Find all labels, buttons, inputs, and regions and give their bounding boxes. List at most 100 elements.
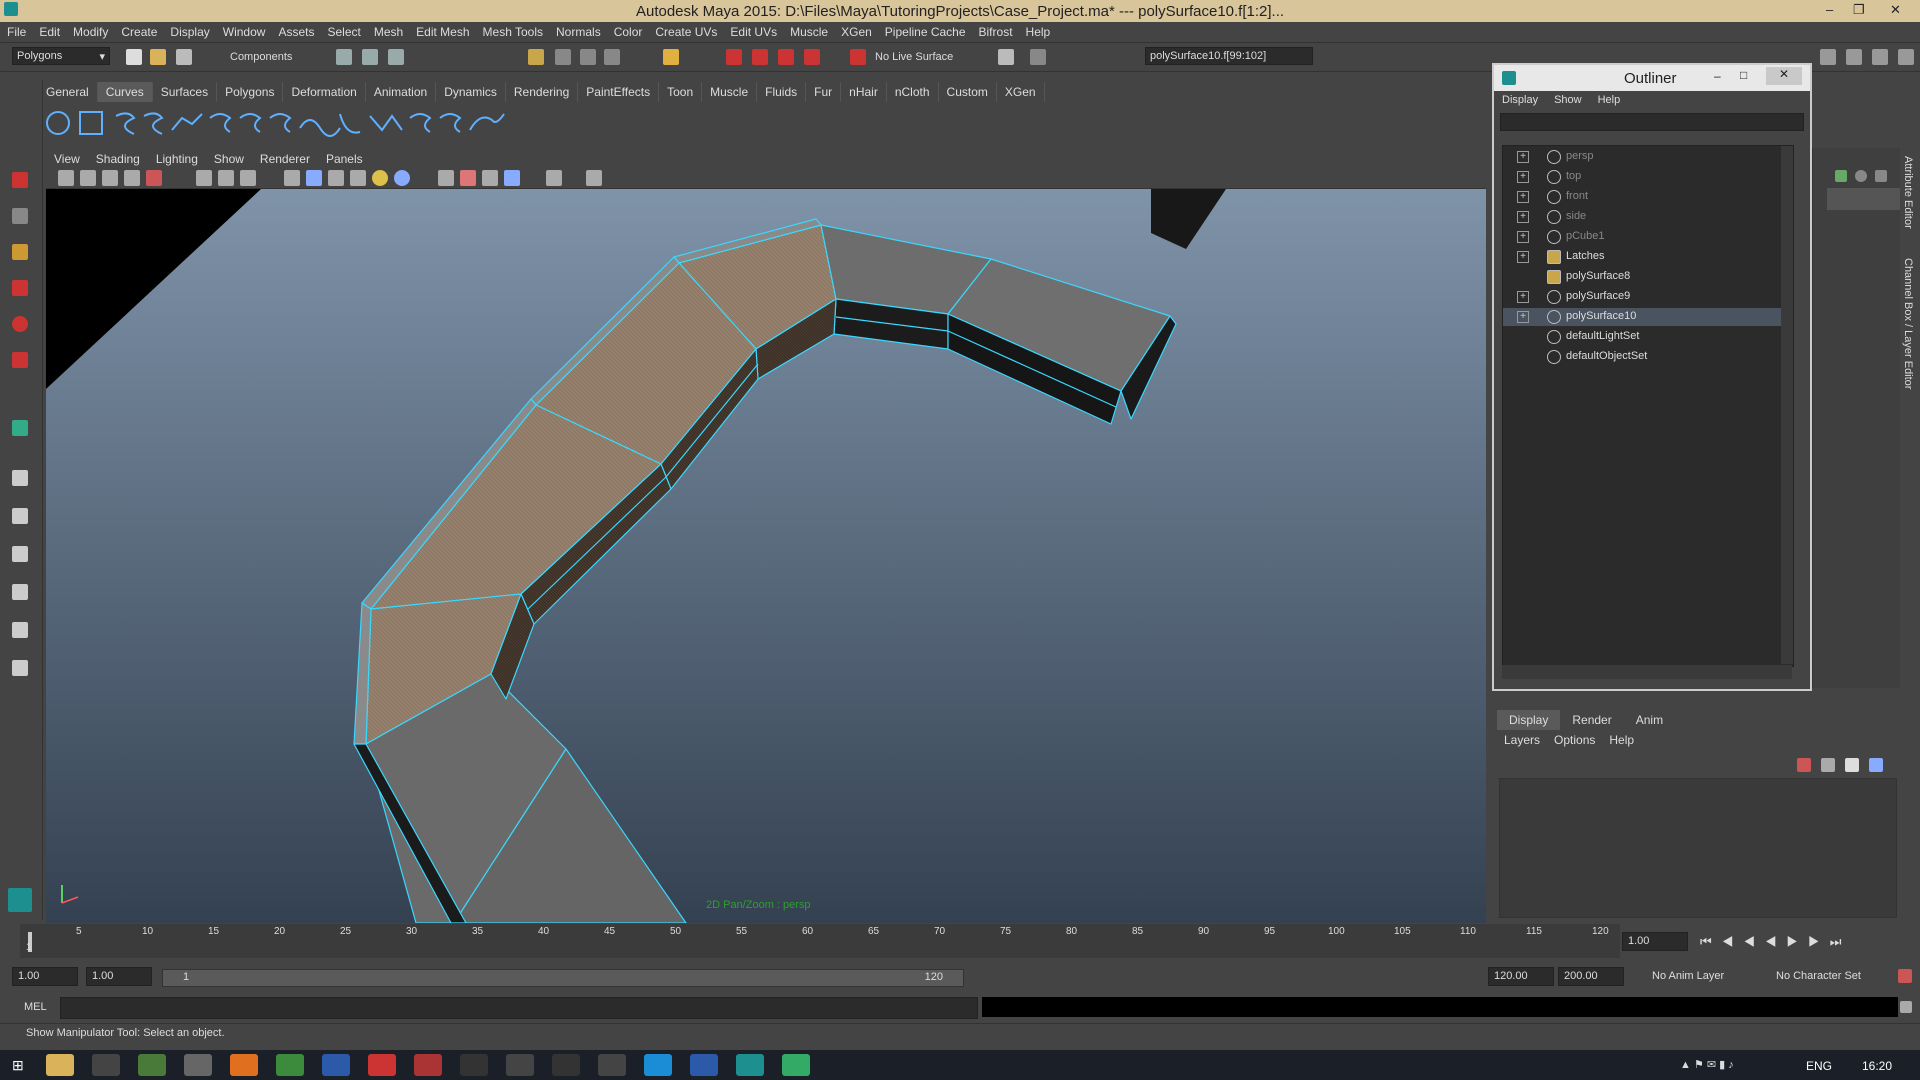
hud-icon[interactable]: [586, 170, 602, 186]
language-indicator[interactable]: ENG: [1806, 1059, 1832, 1073]
new-layer-icon[interactable]: [1845, 758, 1859, 772]
app-icon[interactable]: [322, 1054, 350, 1076]
playback-start-field[interactable]: 1.00: [86, 967, 152, 986]
shelf-tab-curves[interactable]: Curves: [97, 82, 153, 102]
viewport-menu-panels[interactable]: Panels: [318, 150, 371, 166]
app-icon[interactable]: [138, 1054, 166, 1076]
anim-layer-dropdown[interactable]: No Anim Layer: [1652, 970, 1724, 982]
motion-blur-icon[interactable]: [482, 170, 498, 186]
skype-icon[interactable]: [644, 1054, 672, 1076]
tool-icon[interactable]: [1875, 170, 1887, 182]
history-icon[interactable]: [726, 49, 742, 65]
curve-editing-icon[interactable]: [469, 113, 505, 131]
step-forward-key-icon[interactable]: ▶: [1808, 934, 1830, 949]
manipulator-tool-icon[interactable]: [12, 420, 28, 436]
clock[interactable]: 16:20: [1862, 1059, 1892, 1073]
shelf-tab-deformation[interactable]: Deformation: [283, 82, 366, 102]
epic-launcher-icon[interactable]: [598, 1054, 626, 1076]
detach-curves-icon[interactable]: [269, 113, 292, 133]
attach-curves-icon[interactable]: [239, 113, 262, 133]
rebuild-curve-icon[interactable]: [409, 113, 432, 133]
select-by-object-icon[interactable]: [362, 49, 378, 65]
app-icon[interactable]: [184, 1054, 212, 1076]
layer-menu-help[interactable]: Help: [1602, 730, 1641, 750]
add-points-icon[interactable]: [439, 113, 462, 133]
menu-mesh-tools[interactable]: Mesh Tools: [476, 22, 549, 39]
move-tool-icon[interactable]: [12, 280, 28, 296]
menu-muscle[interactable]: Muscle: [783, 22, 834, 39]
snap-point-icon[interactable]: [580, 49, 596, 65]
expand-icon[interactable]: +: [1517, 151, 1529, 163]
ep-curve-icon[interactable]: [143, 112, 164, 135]
open-scene-icon[interactable]: [150, 49, 166, 65]
layer-tab-anim[interactable]: Anim: [1624, 710, 1675, 730]
maximize-icon[interactable]: □: [1740, 68, 1747, 82]
live-surface-label[interactable]: No Live Surface: [875, 51, 953, 63]
outliner-item-defaultlightset[interactable]: defaultLightSet: [1503, 328, 1785, 346]
chrome-icon[interactable]: [276, 1054, 304, 1076]
menu-mesh[interactable]: Mesh: [367, 22, 409, 39]
expand-icon[interactable]: +: [1517, 211, 1529, 223]
toolbox-toggle-icon[interactable]: [1820, 49, 1836, 65]
rotate-tool-icon[interactable]: [12, 316, 28, 332]
square-curve-icon[interactable]: [79, 111, 103, 135]
snap-view-icon[interactable]: [604, 49, 620, 65]
pencil-curve-icon[interactable]: [171, 113, 203, 131]
xray-icon[interactable]: [438, 170, 454, 186]
layer-menu-layers[interactable]: Layers: [1497, 730, 1547, 750]
expand-icon[interactable]: +: [1517, 251, 1529, 263]
app-icon[interactable]: [782, 1054, 810, 1076]
outliner-horizontal-scrollbar[interactable]: [1502, 665, 1792, 679]
snap-grid-icon[interactable]: [528, 49, 544, 65]
selection-input[interactable]: polySurface10.f[99:102]: [1145, 47, 1313, 65]
expand-icon[interactable]: +: [1517, 291, 1529, 303]
file-explorer-icon[interactable]: [46, 1054, 74, 1076]
windows-start-icon[interactable]: ⊞: [12, 1057, 24, 1074]
expand-icon[interactable]: +: [1517, 191, 1529, 203]
step-back-key-icon[interactable]: ◀: [1722, 934, 1744, 949]
menu-display[interactable]: Display: [163, 22, 215, 39]
smooth-shade-icon[interactable]: [306, 170, 322, 186]
tool-settings-icon[interactable]: [1872, 49, 1888, 65]
move-layer-up-icon[interactable]: [1797, 758, 1811, 772]
outliner-item-polysurface10[interactable]: + polySurface10: [1503, 308, 1785, 326]
animation-prefs-icon[interactable]: [1898, 969, 1912, 983]
menu-edit[interactable]: Edit: [32, 22, 66, 39]
script-editor-icon[interactable]: [1900, 1001, 1912, 1013]
go-to-start-icon[interactable]: ⏮: [1700, 934, 1722, 949]
minimize-icon[interactable]: –: [1714, 69, 1721, 83]
select-by-hierarchy-icon[interactable]: [336, 49, 352, 65]
paint-select-icon[interactable]: [12, 244, 28, 260]
ipr-render-icon[interactable]: [778, 49, 794, 65]
save-scene-icon[interactable]: [176, 49, 192, 65]
app-icon[interactable]: [414, 1054, 442, 1076]
shelf-tab-general[interactable]: General: [38, 82, 98, 102]
offset-curve-icon[interactable]: [369, 114, 403, 132]
menu-color[interactable]: Color: [607, 22, 649, 39]
shelf-tab-nhair[interactable]: nHair: [841, 82, 887, 102]
new-layer-from-selected-icon[interactable]: [1869, 758, 1883, 772]
outliner-item-side[interactable]: + side: [1503, 208, 1785, 226]
menu-file[interactable]: File: [0, 22, 32, 39]
extend-curve-icon[interactable]: [339, 113, 361, 134]
outliner-menu-display[interactable]: Display: [1494, 91, 1546, 109]
attribute-editor-toggle-icon[interactable]: [1846, 49, 1862, 65]
select-by-component-icon[interactable]: [388, 49, 404, 65]
shelf-tab-xgen[interactable]: XGen: [997, 82, 1045, 102]
calculator-icon[interactable]: [92, 1054, 120, 1076]
select-mode-label[interactable]: Components: [230, 51, 292, 63]
mel-label[interactable]: MEL: [24, 1001, 47, 1013]
textured-icon[interactable]: [350, 170, 366, 186]
play-backward-icon[interactable]: ◀: [1765, 934, 1787, 949]
playback-end-field[interactable]: 120.00: [1488, 967, 1554, 986]
close-icon[interactable]: ✕: [1766, 67, 1802, 85]
menu-help[interactable]: Help: [1019, 22, 1057, 39]
mel-command-input[interactable]: [60, 997, 978, 1019]
menu-normals[interactable]: Normals: [549, 22, 607, 39]
character-set-dropdown[interactable]: No Character Set: [1776, 970, 1861, 982]
bookmark-icon[interactable]: [102, 170, 118, 186]
outliner-item-polysurface8[interactable]: polySurface8: [1503, 268, 1785, 286]
2d-pan-zoom-icon[interactable]: [146, 170, 162, 186]
play-forward-icon[interactable]: ▶: [1787, 934, 1809, 949]
outliner-item-top[interactable]: + top: [1503, 168, 1785, 186]
